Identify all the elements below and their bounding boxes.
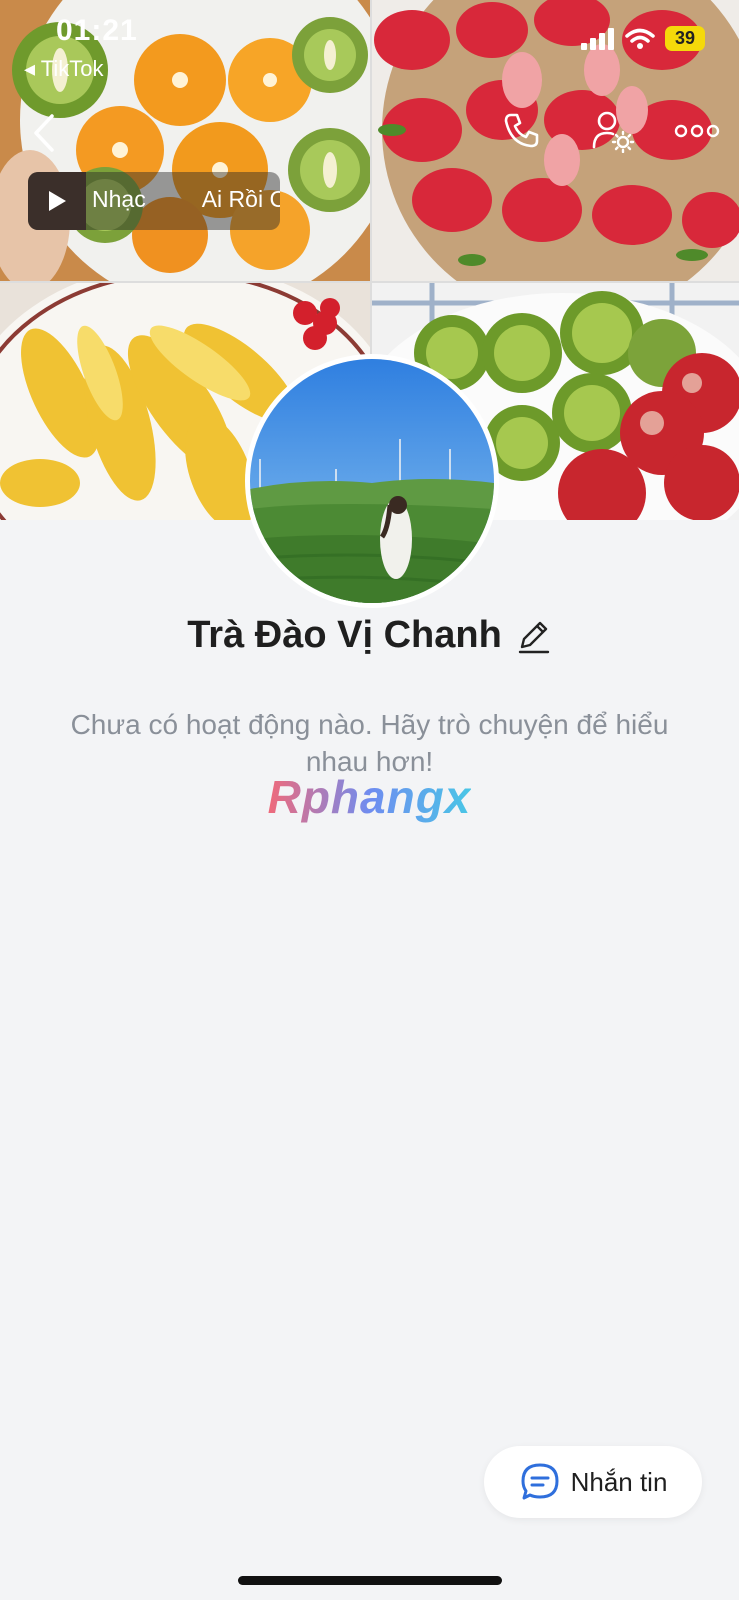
edit-icon[interactable] (516, 617, 552, 655)
send-message-label: Nhắn tin (570, 1466, 668, 1497)
chat-icon (521, 1463, 559, 1500)
music-thumbnail[interactable] (28, 172, 86, 230)
music-title-marquee: Nhạc Ai Rồi C (92, 186, 280, 213)
home-indicator[interactable] (238, 1576, 502, 1585)
back-button[interactable] (24, 108, 64, 158)
avatar-photo (250, 359, 494, 603)
back-icon (34, 114, 54, 152)
profile-name: Trà Đào Vị Chanh (187, 614, 502, 656)
music-text-1: Nhạc (92, 186, 146, 212)
status-icons: 39 (580, 26, 705, 51)
profile-name-row: Trà Đào Vị Chanh (0, 614, 739, 657)
call-button[interactable] (496, 106, 546, 156)
profile-settings-button[interactable] (588, 106, 638, 156)
watermark-text: Rphangx (267, 771, 472, 823)
more-options-button[interactable] (672, 106, 722, 156)
music-player[interactable]: Nhạc Ai Rồi C (28, 172, 280, 230)
phone-icon (504, 113, 539, 148)
back-to-app-link[interactable]: ◂ TikTok (24, 56, 104, 82)
battery-level: 39 (664, 26, 705, 51)
status-time: 01:21 (56, 14, 138, 47)
more-icon (674, 124, 720, 138)
profile-avatar[interactable] (245, 354, 499, 608)
wifi-icon (625, 28, 655, 49)
signal-icon (580, 27, 614, 50)
user-settings-icon (592, 111, 635, 153)
play-icon (49, 191, 66, 211)
send-message-button[interactable]: Nhắn tin (484, 1446, 702, 1518)
watermark-logo: Rphangx (0, 770, 739, 824)
music-text-2: Ai Rồi C (201, 186, 280, 212)
empty-activity-message: Chưa có hoạt động nào. Hãy trò chuyện để… (70, 709, 669, 777)
